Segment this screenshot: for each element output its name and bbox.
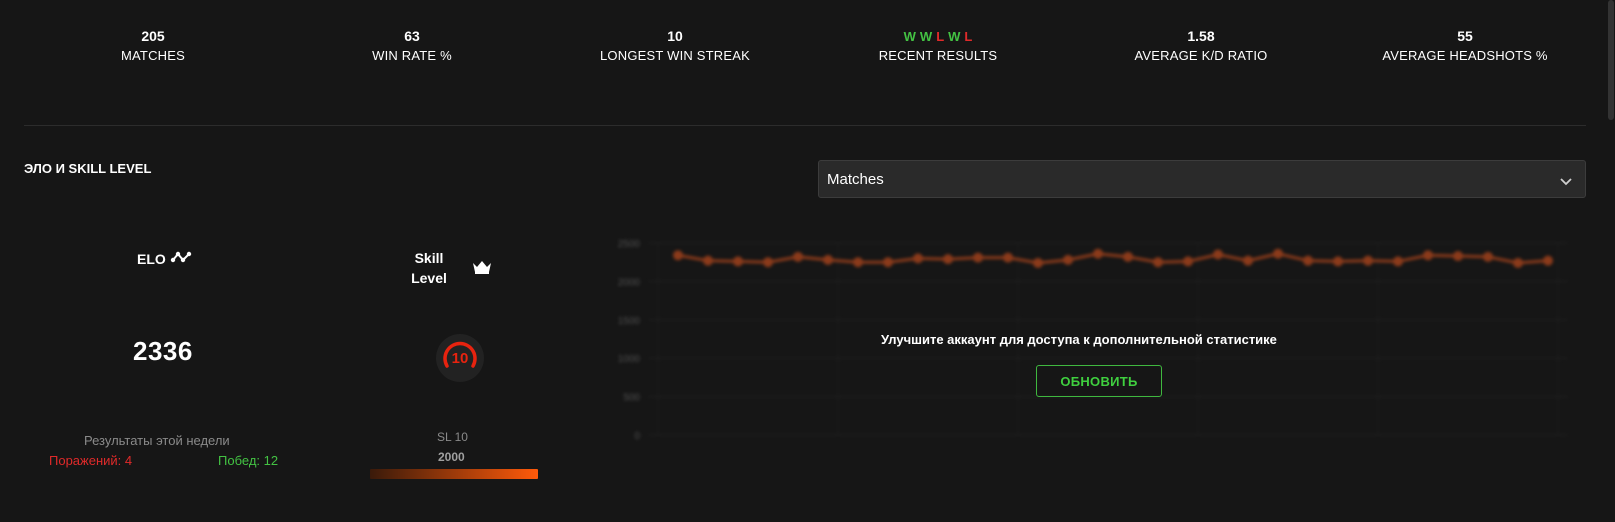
scrollbar-thumb[interactable]	[1608, 0, 1614, 120]
chart-point	[793, 251, 803, 262]
stat-average-headshots: 55 AVERAGE HEADSHOTS %	[1335, 26, 1595, 63]
chart-point	[1153, 257, 1163, 268]
section-title: ЭЛО И SKILL LEVEL	[24, 161, 152, 176]
chart-point	[853, 257, 863, 268]
skill-level-number: 10	[452, 350, 469, 367]
stat-label: AVERAGE K/D RATIO	[1134, 48, 1268, 63]
chart-point	[1513, 257, 1523, 268]
chart-type-dropdown[interactable]: Matches	[818, 160, 1586, 198]
elo-label: ELO	[137, 250, 192, 267]
stat-label: MATCHES	[121, 48, 185, 63]
chart-point	[943, 254, 953, 265]
chevron-down-icon	[1559, 174, 1573, 192]
trend-icon	[170, 250, 192, 267]
week-wins: Побед: 12	[218, 453, 279, 468]
chart-point	[823, 254, 833, 265]
stat-label: LONGEST WIN STREAK	[600, 48, 750, 63]
upgrade-message: Улучшите аккаунт для доступа к дополните…	[881, 332, 1277, 347]
chart-point	[1093, 248, 1103, 259]
recent-result: L	[936, 29, 945, 44]
elo-value: 2336	[133, 336, 193, 366]
chart-point	[1273, 248, 1283, 259]
crown-icon	[472, 260, 492, 279]
chart-point	[1423, 250, 1433, 261]
chart-point	[1213, 249, 1223, 260]
chart-y-tick-label: 1000	[618, 354, 641, 365]
recent-result: L	[964, 29, 973, 44]
stat-value: 63	[404, 28, 420, 44]
stat-value: 205	[141, 28, 165, 44]
dropdown-value: Matches	[827, 171, 884, 188]
chart-point	[913, 253, 923, 264]
chart-point	[1183, 256, 1193, 267]
stat-label: RECENT RESULTS	[878, 48, 998, 63]
stat-win-rate: 63 WIN RATE %	[282, 26, 542, 63]
chart-point	[973, 252, 983, 263]
stat-value: 10	[667, 28, 683, 44]
elo-history-chart: 0 500 1000 1500 2000 2500	[608, 225, 1578, 470]
week-results-title: Результаты этой недели	[84, 433, 230, 448]
scrollbar[interactable]	[1607, 0, 1615, 522]
sl-value: 2000	[438, 450, 465, 464]
stat-label: AVERAGE HEADSHOTS %	[1382, 48, 1548, 63]
stat-label: WIN RATE %	[372, 48, 452, 63]
stat-value: 55	[1457, 28, 1473, 44]
skill-level-badge: 10	[435, 333, 485, 388]
recent-result: W	[919, 29, 933, 44]
chart-series-line	[677, 252, 1549, 265]
chart-point	[1123, 251, 1133, 262]
sl-label: SL 10	[437, 430, 468, 444]
chart-y-tick-label: 0	[634, 431, 640, 442]
chart-point	[1543, 255, 1553, 266]
recent-result: W	[948, 29, 961, 44]
stat-average-kd: 1.58 AVERAGE K/D RATIO	[1071, 26, 1331, 63]
sl-progress-bar	[370, 469, 538, 479]
chart-y-tick-label: 2000	[618, 277, 641, 288]
week-losses: Поражений: 4	[49, 453, 133, 468]
chart-point	[1063, 254, 1073, 265]
chart-point	[733, 256, 743, 267]
chart-y-tick-label: 500	[623, 393, 640, 404]
chart-point	[1243, 255, 1253, 266]
recent-results-list: WWLWL	[808, 26, 1068, 46]
chart-y-tick-label: 1500	[618, 316, 641, 327]
chart-point	[1303, 255, 1313, 266]
chart-point	[1363, 255, 1373, 266]
skill-level-label: Skill Level	[411, 250, 447, 286]
elo-label-text: ELO	[137, 250, 166, 267]
chart-y-tick-label: 2500	[618, 239, 641, 250]
upgrade-button[interactable]: ОБНОВИТЬ	[1036, 365, 1162, 397]
chart-point	[1483, 251, 1493, 262]
stat-matches: 205 MATCHES	[23, 26, 283, 63]
chart-point	[1003, 252, 1013, 263]
chart-point	[703, 255, 713, 266]
stats-row: 205 MATCHES 63 WIN RATE % 10 LONGEST WIN…	[0, 26, 1590, 76]
chart-point	[1333, 256, 1343, 267]
chart-point	[1033, 257, 1043, 268]
chart-point	[883, 257, 893, 268]
recent-result: W	[903, 29, 916, 44]
chart-point	[673, 250, 683, 261]
chart-point	[1393, 256, 1403, 267]
stat-value: 1.58	[1187, 28, 1215, 44]
chart-point	[1453, 251, 1463, 262]
stat-recent-results: WWLWL RECENT RESULTS	[808, 26, 1068, 63]
chart-point	[763, 257, 773, 268]
section-divider	[24, 125, 1586, 126]
stat-longest-win-streak: 10 LONGEST WIN STREAK	[545, 26, 805, 63]
